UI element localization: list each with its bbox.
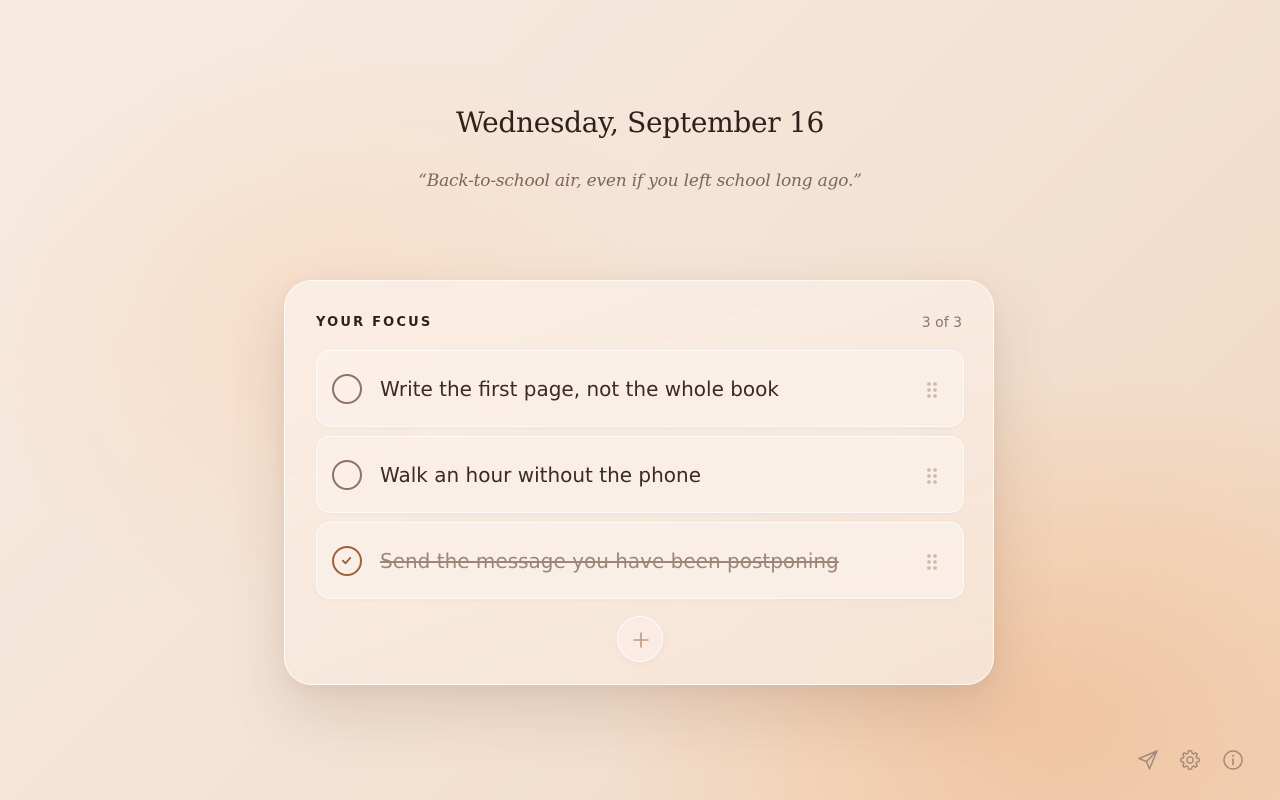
task-checkbox-checked[interactable] [332,546,362,576]
task-text[interactable]: Write the first page, not the whole book [380,377,779,401]
task-text[interactable]: Walk an hour without the phone [380,463,701,487]
focus-card: YOUR FOCUS 3 of 3 Write the first page, … [284,280,994,685]
drag-handle-icon[interactable] [926,467,938,485]
task-item[interactable]: Walk an hour without the phone [316,436,964,513]
task-checkbox[interactable] [332,374,362,404]
gear-icon[interactable] [1178,748,1202,772]
task-item[interactable]: Write the first page, not the whole book [316,350,964,427]
task-text[interactable]: Send the message you have been postponin… [380,549,839,573]
checkmark-icon [341,556,352,565]
task-item-completed[interactable]: Send the message you have been postponin… [316,522,964,599]
drag-handle-icon[interactable] [926,381,938,399]
focus-card-title: YOUR FOCUS [316,315,433,330]
plus-icon [633,632,649,648]
add-task-button[interactable] [617,616,663,662]
send-icon[interactable] [1136,748,1160,772]
daily-quote: “Back-to-school air, even if you left sc… [418,171,862,191]
page-date: Wednesday, September 16 [455,106,825,139]
task-count: 3 of 3 [921,315,962,331]
info-icon[interactable] [1221,748,1245,772]
task-checkbox[interactable] [332,460,362,490]
drag-handle-icon[interactable] [926,553,938,571]
